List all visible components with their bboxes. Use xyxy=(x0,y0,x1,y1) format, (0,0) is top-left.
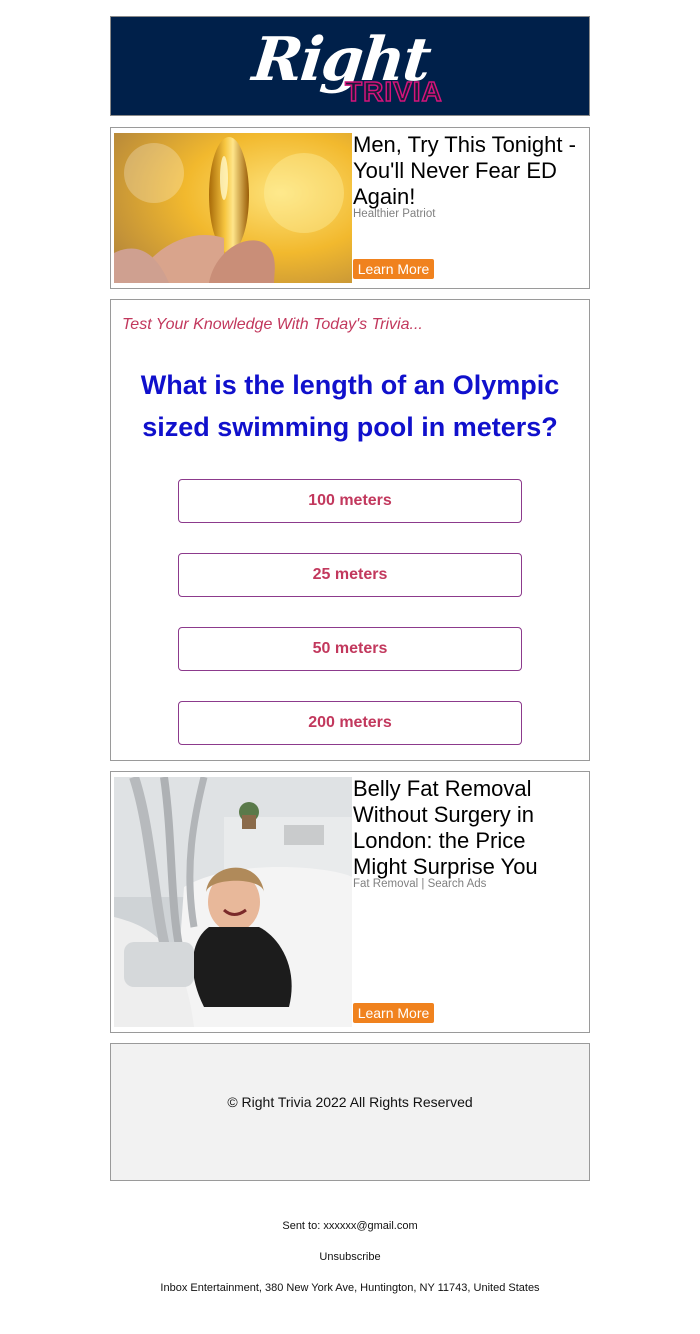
company-address: Inbox Entertainment, 380 New York Ave, H… xyxy=(160,1282,540,1294)
sponsored-ad-top[interactable]: Men, Try This Tonight - You'll Never Fea… xyxy=(110,127,590,289)
sponsored-ad-bottom[interactable]: Belly Fat Removal Without Surgery in Lon… xyxy=(110,771,590,1033)
ad-image-capsule[interactable] xyxy=(114,133,352,283)
ad-image-clinic[interactable] xyxy=(114,777,352,1027)
answer-option[interactable]: 100 meters xyxy=(178,479,522,523)
answer-option[interactable]: 50 meters xyxy=(178,627,522,671)
trivia-question: What is the length of an Olympic sized s… xyxy=(140,370,560,442)
ad-source: Fat Removal | Search Ads xyxy=(353,878,487,890)
learn-more-button[interactable]: Learn More xyxy=(353,1003,434,1023)
copyright-text: © Right Trivia 2022 All Rights Reserved xyxy=(227,1094,473,1110)
ad-headline[interactable]: Men, Try This Tonight - You'll Never Fea… xyxy=(353,132,585,210)
clinic-treatment-photo-icon xyxy=(114,777,352,1027)
ad-headline[interactable]: Belly Fat Removal Without Surgery in Lon… xyxy=(353,776,585,880)
answer-option[interactable]: 25 meters xyxy=(178,553,522,597)
unsubscribe-link[interactable]: Unsubscribe xyxy=(0,1251,700,1263)
right-trivia-logo[interactable]: Right TRIVIA xyxy=(249,23,453,113)
sent-to-text: Sent to: xxxxxx@gmail.com xyxy=(282,1220,418,1232)
footer-box: © Right Trivia 2022 All Rights Reserved xyxy=(110,1043,590,1181)
trivia-card: Test Your Knowledge With Today's Trivia.… xyxy=(110,299,590,761)
learn-more-button[interactable]: Learn More xyxy=(353,259,434,279)
capsule-photo-icon xyxy=(114,133,352,283)
header-banner: Right TRIVIA xyxy=(110,16,590,116)
ad-source: Healthier Patriot xyxy=(353,208,436,220)
trivia-kicker: Test Your Knowledge With Today's Trivia.… xyxy=(122,316,423,333)
answer-option[interactable]: 200 meters xyxy=(178,701,522,745)
logo-word-trivia: TRIVIA xyxy=(344,76,443,108)
